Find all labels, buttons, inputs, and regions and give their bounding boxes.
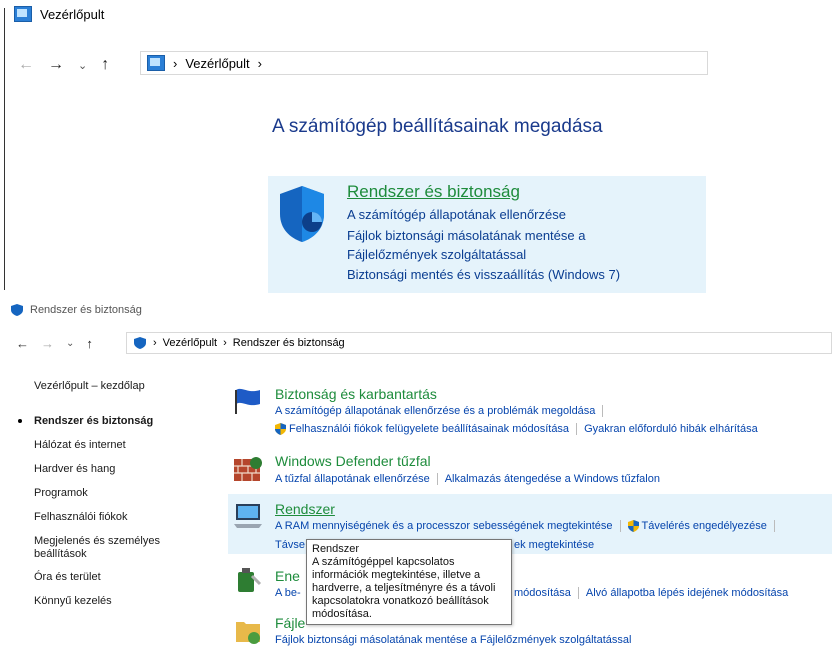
file-history-link[interactable]: Fájlok biztonsági másolatának mentése a [347,228,585,243]
back-arrow-icon[interactable]: ← [18,56,34,74]
separator [576,423,578,435]
section-security-maintenance-title[interactable]: Biztonság és karbantartás [275,386,437,402]
sidebar-item-hardware[interactable]: Hardver és hang [34,463,115,475]
troubleshoot-link[interactable]: Gyakran előforduló hibák elhárítása [584,423,758,435]
category-system-security-link[interactable]: Rendszer és biztonság [347,182,520,202]
shield-icon [134,337,146,349]
flag-icon [235,388,260,414]
window-title: Vezérlőpult [40,6,105,22]
uac-settings-link[interactable]: Felhasználói fiókok felügyelete beállítá… [289,423,569,435]
sidebar-item-programs[interactable]: Programok [34,487,88,499]
window-title-bar: Vezérlőpult [14,6,104,22]
control-panel-icon [147,55,165,71]
file-history-backup-link[interactable]: Fájlok biztonsági másolatának mentése a … [275,634,631,646]
window-title: Rendszer és biztonság [30,304,142,316]
sidebar-item-ease-of-access[interactable]: Könnyű kezelés [34,595,112,607]
breadcrumb-item[interactable]: Rendszer és biztonság [233,337,345,349]
back-arrow-icon[interactable]: ← [16,336,29,351]
window-border [4,8,5,290]
sidebar-item-appearance-cont[interactable]: beállítások [34,548,87,560]
section-file-history-title[interactable]: Fájle [275,615,305,631]
sleep-time-link[interactable]: Alvó állapotba lépés idejének módosítása [586,587,788,599]
navigation-buttons: ← → ⌄ ↑ [18,56,109,74]
up-arrow-icon[interactable]: ↑ [86,336,93,351]
change-button-link-partial[interactable]: módosítása [514,587,571,599]
view-ram-cpu-link[interactable]: A RAM mennyiségének és a processzor sebe… [275,520,613,532]
section-power-title[interactable]: Ene [275,568,300,584]
uac-shield-icon [275,423,286,435]
file-history-link-cont[interactable]: Fájlelőzmények szolgáltatással [347,247,526,262]
chevron-down-icon[interactable]: ⌄ [66,338,74,349]
chevron-right-icon: › [153,337,157,349]
chevron-right-icon: › [223,337,227,349]
address-bar[interactable]: › Vezérlőpult › Rendszer és biztonság [126,332,832,354]
sidebar-item-appearance[interactable]: Megjelenés és személyes [34,535,160,547]
uac-shield-icon [627,520,639,532]
separator [602,405,604,417]
window-title-bar: Rendszer és biztonság [10,304,142,316]
navigation-buttons: ← → ⌄ ↑ [16,336,93,351]
tooltip-body: A számítógéppel kapcsolatos információk … [312,556,496,620]
allow-app-firewall-link[interactable]: Alkalmazás átengedése a Windows tűzfalon [445,473,660,485]
forward-arrow-icon[interactable]: → [41,336,54,351]
breadcrumb-item[interactable]: Vezérlőpult [163,337,217,349]
sidebar-home-link[interactable]: Vezérlőpult – kezdőlap [34,380,145,392]
section-firewall-title[interactable]: Windows Defender tűzfal [275,453,431,469]
backup-restore-link[interactable]: Biztonsági mentés és visszaállítás (Wind… [347,267,620,282]
forward-arrow-icon[interactable]: → [48,56,64,74]
power-link-partial[interactable]: A be- [275,587,301,599]
address-bar[interactable]: › Vezérlőpult › [140,51,708,75]
tooltip: Rendszer A számítógéppel kapcsolatos inf… [306,539,512,625]
sidebar-item-network[interactable]: Hálózat és internet [34,439,126,451]
separator [773,520,775,532]
control-panel-icon [14,6,32,22]
computer-icon [234,504,262,528]
sidebar-item-user-accounts[interactable]: Felhasználói fiókok [34,511,128,523]
current-item-bullet [18,419,22,423]
tooltip-title: Rendszer [312,543,360,555]
check-status-problems-link[interactable]: A számítógép állapotának ellenőrzése és … [275,405,595,417]
separator [619,520,621,532]
breadcrumb-item[interactable]: Vezérlőpult [185,56,249,71]
shield-icon [11,304,23,316]
allow-remote-access-link[interactable]: Távelérés engedélyezése [642,520,767,532]
chevron-right-icon: › [173,55,178,71]
up-arrow-icon[interactable]: ↑ [101,56,109,74]
sidebar-item-clock-region[interactable]: Óra és terület [34,571,101,583]
chevron-right-icon[interactable]: › [258,56,262,71]
section-system-title[interactable]: Rendszer [275,501,335,517]
separator [577,587,579,599]
firewall-status-link[interactable]: A tűzfal állapotának ellenőrzése [275,473,430,485]
chevron-down-icon[interactable]: ⌄ [78,59,87,72]
remote-assist-link-partial[interactable]: Távse [275,539,305,551]
check-status-link[interactable]: A számítógép állapotának ellenőrzése [347,207,566,222]
sidebar-item-system-security[interactable]: Rendszer és biztonság [34,415,153,427]
view-computer-name-link-partial[interactable]: ek megtekintése [514,539,594,551]
separator [436,473,438,485]
file-history-icon [236,622,260,644]
firewall-icon [234,457,262,481]
shield-icon [280,186,324,242]
page-title: A számítógép beállításainak megadása [272,116,603,137]
power-options-icon [238,568,262,592]
